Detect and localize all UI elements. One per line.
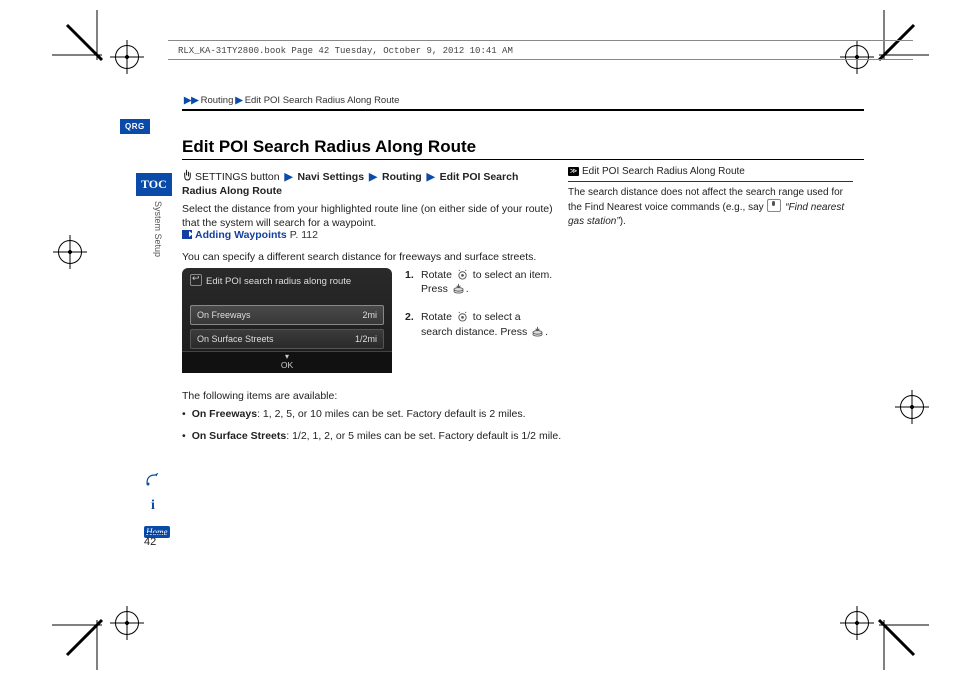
body-text: You can specify a different search dista…	[182, 251, 536, 263]
ok-indicator: ▾ OK	[182, 351, 392, 373]
list-item: On Surface Streets1/2mi	[190, 329, 384, 349]
crop-corner-icon	[869, 610, 929, 670]
nav-path: SETTINGS button ▶ Navi Settings ▶ Routin…	[182, 169, 554, 198]
sidebar-note: ≫Edit POI Search Radius Along Route The …	[568, 165, 853, 228]
crop-target-icon	[115, 611, 139, 635]
crop-target-icon	[900, 395, 924, 419]
page-title: Edit POI Search Radius Along Route	[182, 137, 476, 157]
crop-corner-icon	[52, 610, 112, 670]
breadcrumb-level-2: Edit POI Search Radius Along Route	[245, 95, 400, 106]
note-icon: ≫	[568, 167, 579, 176]
step-number: 2.	[405, 310, 421, 338]
crop-target-icon	[115, 45, 139, 69]
cross-reference-link[interactable]: Adding Waypoints P. 112	[182, 229, 318, 241]
breadcrumb: ▶▶Routing▶Edit POI Search Radius Along R…	[182, 95, 399, 106]
list-item: On Freeways2mi	[190, 305, 384, 325]
bullet-item: •On Freeways: 1, 2, 5, or 10 miles can b…	[182, 408, 526, 420]
crop-target-icon	[58, 240, 82, 264]
crop-target-icon	[845, 45, 869, 69]
info-side-icon[interactable]: i	[144, 498, 162, 514]
dial-icon	[456, 311, 469, 322]
toc-badge[interactable]: TOC	[136, 173, 172, 196]
step-number: 1.	[405, 268, 421, 296]
bullet-item: •On Surface Streets: 1/2, 1, 2, or 5 mil…	[182, 430, 561, 442]
page-number: 42	[144, 533, 164, 548]
intro-text: Select the distance from your highlighte…	[182, 202, 554, 230]
press-icon	[531, 326, 544, 337]
press-icon	[452, 283, 465, 294]
return-icon	[190, 274, 202, 286]
sidebar-note-title: Edit POI Search Radius Along Route	[582, 166, 745, 177]
link-icon	[182, 230, 192, 239]
crop-target-icon	[845, 611, 869, 635]
body-text: The following items are available:	[182, 390, 337, 402]
steps-list: 1. Rotate to select an item. Press . 2. …	[405, 268, 554, 353]
voice-icon	[767, 199, 781, 212]
sidebar-note-body: The search distance does not affect the …	[568, 186, 853, 229]
divider	[182, 109, 864, 111]
dial-icon	[456, 269, 469, 280]
breadcrumb-level-1: Routing	[201, 95, 234, 106]
voice-side-icon[interactable]	[144, 473, 162, 490]
crop-corner-icon	[52, 10, 112, 70]
hand-icon	[182, 169, 193, 181]
section-label: System Setup	[153, 201, 163, 257]
document-header: RLX_KA-31TY2800.book Page 42 Tuesday, Oc…	[178, 46, 513, 56]
qrg-badge[interactable]: QRG	[120, 119, 150, 134]
divider	[182, 159, 864, 160]
device-screenshot: Edit POI search radius along route On Fr…	[182, 268, 392, 373]
